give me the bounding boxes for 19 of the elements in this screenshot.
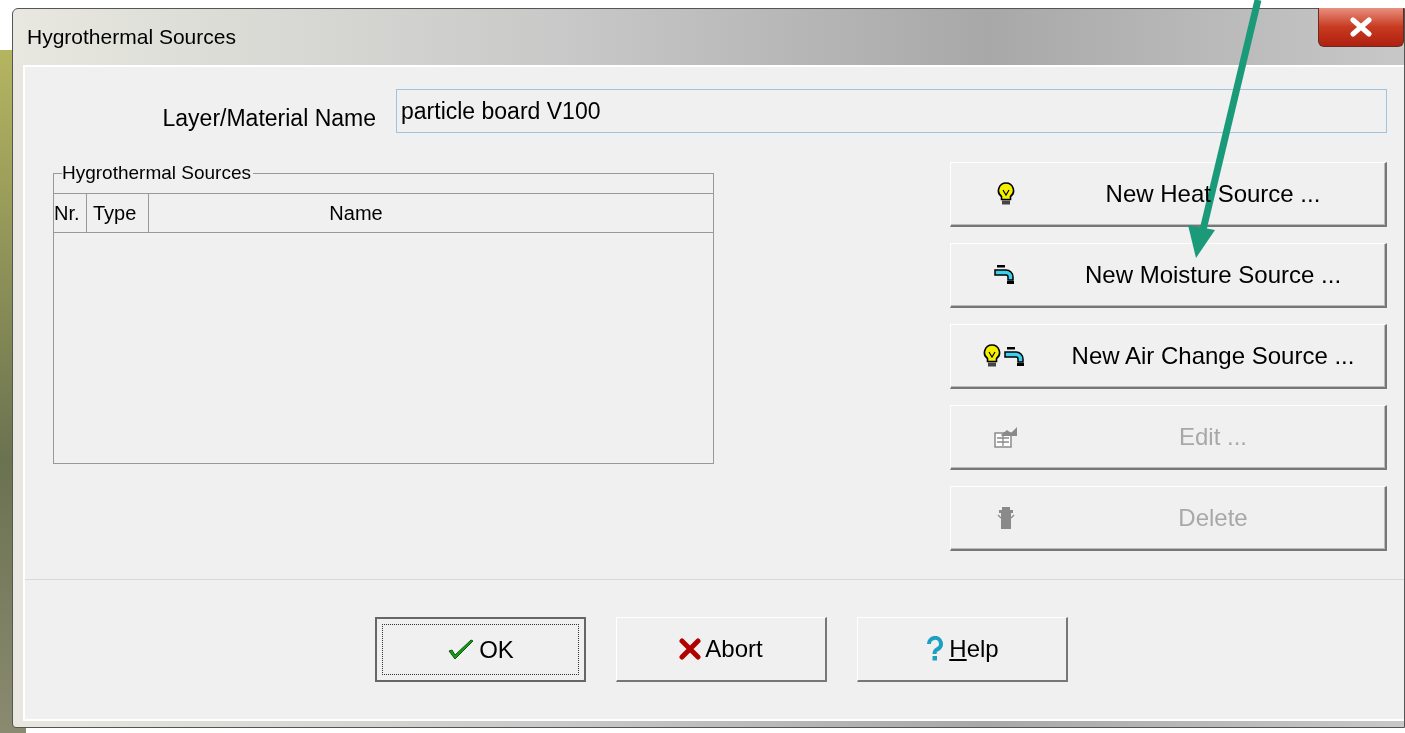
- dialog-button[interactable]: Abort: [616, 617, 827, 682]
- column-header[interactable]: Name: [149, 194, 713, 232]
- help-icon: [925, 636, 946, 662]
- field-label: Layer/Material Name: [162, 105, 376, 132]
- checkmark-icon: [447, 637, 476, 662]
- close-icon: [1348, 17, 1374, 37]
- dialog-button[interactable]: OK: [375, 617, 586, 682]
- name-field[interactable]: particle board V100: [396, 89, 1387, 133]
- trash-icon: [996, 506, 1016, 530]
- close-icon: [679, 638, 702, 660]
- action-button[interactable]: New Air Change Source ...: [950, 324, 1387, 389]
- column-header[interactable]: Type: [87, 194, 149, 232]
- dialog-button[interactable]: Help: [857, 617, 1068, 682]
- lightbulb-icon: [997, 182, 1015, 206]
- close-button[interactable]: [1318, 8, 1404, 47]
- action-button[interactable]: New Moisture Source ...: [950, 243, 1387, 308]
- window-title: Hygrothermal Sources: [27, 25, 236, 49]
- edit-icon: [994, 426, 1018, 448]
- column-header[interactable]: Nr.: [54, 194, 87, 232]
